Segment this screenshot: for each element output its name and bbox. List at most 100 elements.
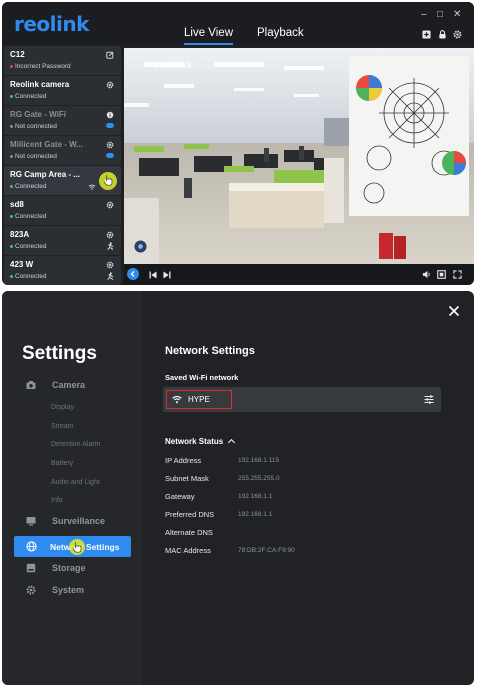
- device-status: Incorrect Password: [10, 63, 71, 70]
- device-name: sd8: [10, 200, 24, 209]
- device-status: Not connected: [10, 123, 57, 130]
- globe-icon: [26, 541, 37, 552]
- wifi-network-highlight[interactable]: HYPE: [166, 390, 232, 409]
- device-name: C12: [10, 50, 25, 59]
- ptz-icon[interactable]: [134, 240, 147, 253]
- device-status: Connected: [10, 213, 46, 220]
- status-dot-icon: [10, 184, 13, 188]
- snapshot-icon[interactable]: [437, 270, 446, 279]
- tab-live-view[interactable]: Live View: [184, 27, 234, 45]
- saved-wifi-label: Saved Wi-Fi network: [165, 373, 239, 382]
- nav-display[interactable]: Display: [51, 404, 74, 411]
- settings-gear-icon[interactable]: [453, 30, 462, 39]
- status-dot-icon: [10, 244, 13, 248]
- device-status: Not connected: [10, 153, 57, 160]
- device-name: RG Camp Area - ...: [10, 170, 80, 179]
- device-status: Connected: [10, 243, 46, 250]
- settings-sidebar: Settings Camera Display Stream Detection…: [2, 291, 142, 685]
- toggle-switch[interactable]: [106, 153, 114, 158]
- status-dot-icon: [10, 94, 13, 98]
- device-status: Connected: [10, 93, 46, 100]
- device-name: Reolink camera: [10, 80, 70, 89]
- device-item-rg-gate-wifi[interactable]: RG Gate - WiFi Not connected: [4, 106, 121, 135]
- nav-network-settings[interactable]: Network Settings: [14, 536, 131, 557]
- network-status-header[interactable]: Network Status: [165, 437, 236, 447]
- nav-info[interactable]: Info: [51, 497, 63, 504]
- toggle-switch[interactable]: [106, 123, 114, 128]
- device-status: Connected: [10, 183, 46, 190]
- settings-window: Settings Camera Display Stream Detection…: [2, 291, 474, 685]
- monitor-icon: [26, 517, 36, 526]
- next-icon[interactable]: [163, 271, 171, 279]
- storage-icon: [26, 563, 36, 573]
- chevron-up-icon: [228, 438, 236, 447]
- nav-audio-and-light[interactable]: Audio and Light: [51, 479, 100, 486]
- live-view-window: reolink Live View Playback – □ ✕ C12 Inc…: [2, 2, 474, 285]
- device-name: 823A: [10, 230, 30, 239]
- info-icon[interactable]: [106, 111, 114, 119]
- fullscreen-icon[interactable]: [453, 270, 462, 279]
- status-dot-icon: [10, 154, 13, 158]
- gear-icon[interactable]: [106, 141, 114, 149]
- network-settings-panel: Network Settings Saved Wi-Fi network HYP…: [142, 291, 474, 685]
- person-running-icon: [107, 242, 114, 250]
- close-button[interactable]: ✕: [453, 9, 461, 20]
- device-name: Millicent Gate - W...: [10, 140, 83, 149]
- status-key-preferred-dns: Preferred DNS: [165, 510, 215, 519]
- hand-pointer-icon: [72, 542, 82, 553]
- device-list: C12 Incorrect Password Reolink camera Co…: [4, 46, 121, 285]
- nav-stream[interactable]: Stream: [51, 423, 74, 430]
- previous-icon[interactable]: [149, 271, 157, 279]
- status-key-gateway: Gateway: [165, 492, 195, 501]
- wifi-icon: [172, 396, 182, 404]
- close-icon[interactable]: [448, 305, 460, 317]
- lock-icon[interactable]: [438, 30, 447, 39]
- device-item-423w[interactable]: 423 W Connected: [4, 256, 121, 285]
- device-item-millicent-gate[interactable]: Millicent Gate - W... Not connected: [4, 136, 121, 165]
- status-key-mac-address: MAC Address: [165, 546, 211, 555]
- video-control-bar: [124, 264, 474, 285]
- device-item-rg-camp-area[interactable]: RG Camp Area - ... Connected: [4, 166, 121, 195]
- adjust-sliders-icon[interactable]: [424, 395, 434, 404]
- live-video-feed[interactable]: reolink: [124, 48, 474, 264]
- status-value-preferred-dns: 192.168.1.1: [238, 511, 273, 518]
- gear-icon[interactable]: [106, 201, 114, 209]
- wifi-icon: [88, 184, 96, 190]
- status-key-alternate-dns: Alternate DNS: [165, 528, 213, 537]
- edit-icon[interactable]: [106, 51, 114, 59]
- title-bar: reolink Live View Playback – □ ✕: [2, 2, 474, 45]
- collapse-panel-icon[interactable]: [127, 268, 139, 280]
- gear-icon[interactable]: [106, 81, 114, 89]
- status-value-ip-address: 192.168.1.115: [238, 457, 280, 464]
- status-dot-icon: [10, 64, 13, 68]
- nav-detection-alarm[interactable]: Detection Alarm: [51, 441, 100, 448]
- device-status: Connected: [10, 273, 46, 280]
- app-logo: reolink: [14, 12, 89, 36]
- device-item-823a[interactable]: 823A Connected: [4, 226, 121, 255]
- wifi-network-name: HYPE: [188, 395, 210, 404]
- device-item-reolink-camera[interactable]: Reolink camera Connected: [4, 76, 121, 105]
- saved-wifi-row[interactable]: HYPE: [163, 387, 441, 412]
- camera-icon: [26, 381, 36, 389]
- maximize-button[interactable]: □: [437, 9, 443, 20]
- gear-icon[interactable]: [106, 231, 114, 239]
- status-dot-icon: [10, 124, 13, 128]
- status-dot-icon: [10, 214, 13, 218]
- add-device-icon[interactable]: [422, 30, 431, 39]
- device-name: 423 W: [10, 260, 34, 269]
- status-value-mac-address: 78:DB:2F:CA:F9:90: [238, 547, 295, 554]
- status-value-subnet-mask: 255.255.255.0: [238, 475, 280, 482]
- page-title: Network Settings: [165, 345, 255, 357]
- device-item-c12[interactable]: C12 Incorrect Password: [4, 46, 121, 75]
- nav-battery[interactable]: Battery: [51, 460, 73, 467]
- gear-icon: [26, 585, 36, 595]
- hand-pointer-icon: [103, 175, 113, 186]
- status-key-subnet-mask: Subnet Mask: [165, 474, 209, 483]
- tab-playback[interactable]: Playback: [257, 27, 304, 39]
- gear-icon[interactable]: [106, 261, 114, 269]
- minimize-button[interactable]: –: [421, 9, 427, 20]
- volume-icon[interactable]: [422, 270, 431, 279]
- device-item-sd8[interactable]: sd8 Connected: [4, 196, 121, 225]
- video-watermark: reolink: [154, 60, 194, 71]
- status-dot-icon: [10, 274, 13, 278]
